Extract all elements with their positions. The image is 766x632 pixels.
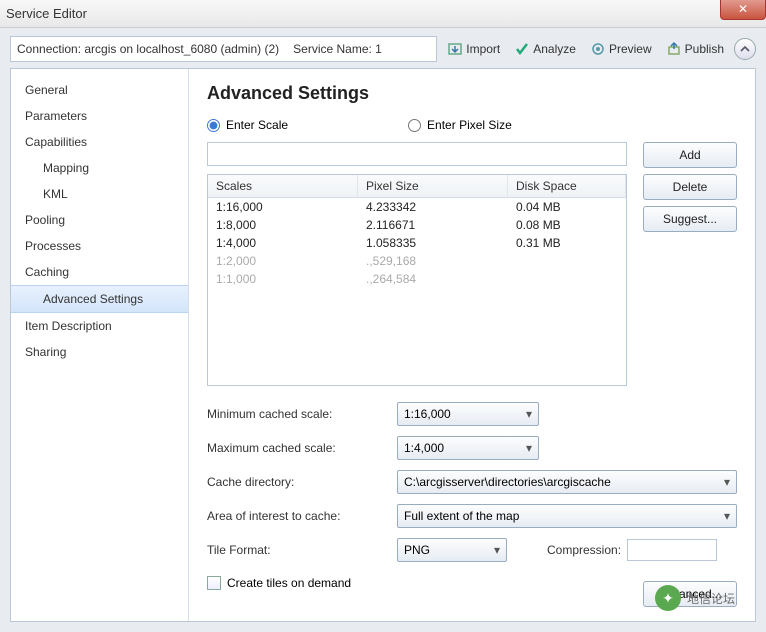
sidebar-item-general[interactable]: General — [11, 77, 188, 103]
ondemand-label: Create tiles on demand — [227, 576, 351, 590]
col-pixel[interactable]: Pixel Size — [358, 175, 508, 197]
sidebar-item-pooling[interactable]: Pooling — [11, 207, 188, 233]
cache-dir-label: Cache directory: — [207, 475, 397, 489]
ondemand-checkbox[interactable] — [207, 576, 221, 590]
collapse-button[interactable] — [734, 38, 756, 60]
close-button[interactable]: ✕ — [720, 0, 766, 20]
sidebar-item-kml[interactable]: KML — [11, 181, 188, 207]
import-icon — [447, 41, 463, 57]
suggest-button[interactable]: Suggest... — [643, 206, 737, 232]
check-icon — [514, 41, 530, 57]
analyze-button[interactable]: Analyze — [510, 39, 580, 59]
connection-field[interactable]: Connection: arcgis on localhost_6080 (ad… — [10, 36, 437, 62]
add-button[interactable]: Add — [643, 142, 737, 168]
delete-button[interactable]: Delete — [643, 174, 737, 200]
tile-format-select[interactable]: PNG — [397, 538, 507, 562]
table-row[interactable]: 1:2,000.,529,168 — [208, 252, 626, 270]
min-scale-label: Minimum cached scale: — [207, 407, 397, 421]
connection-text: Connection: arcgis on localhost_6080 (ad… — [17, 42, 279, 56]
preview-button[interactable]: Preview — [586, 39, 656, 59]
scale-input[interactable] — [207, 142, 627, 166]
table-row[interactable]: 1:4,0001.0583350.31 MB — [208, 234, 626, 252]
scales-table: Scales Pixel Size Disk Space 1:16,0004.2… — [207, 174, 627, 386]
sidebar-item-capabilities[interactable]: Capabilities — [11, 129, 188, 155]
table-row[interactable]: 1:16,0004.2333420.04 MB — [208, 198, 626, 216]
page-heading: Advanced Settings — [207, 83, 737, 104]
button-column: Add Delete Suggest... — [643, 142, 737, 386]
content-pane: Advanced Settings Enter Scale Enter Pixe… — [189, 69, 755, 621]
main-area: GeneralParametersCapabilitiesMappingKMLP… — [10, 68, 756, 622]
sidebar-item-parameters[interactable]: Parameters — [11, 103, 188, 129]
sidebar-item-caching[interactable]: Caching — [11, 259, 188, 285]
connection-bar: Connection: arcgis on localhost_6080 (ad… — [10, 36, 756, 62]
compression-label: Compression: — [547, 543, 621, 557]
max-scale-select[interactable]: 1:4,000 — [397, 436, 539, 460]
aoi-label: Area of interest to cache: — [207, 509, 397, 523]
tile-format-label: Tile Format: — [207, 543, 397, 557]
sidebar-item-mapping[interactable]: Mapping — [11, 155, 188, 181]
sidebar-item-sharing[interactable]: Sharing — [11, 339, 188, 365]
sidebar-item-advanced-settings[interactable]: Advanced Settings — [11, 285, 188, 313]
sidebar: GeneralParametersCapabilitiesMappingKMLP… — [11, 69, 189, 621]
col-scales[interactable]: Scales — [208, 175, 358, 197]
cache-dir-select[interactable]: C:\arcgisserver\directories\arcgiscache — [397, 470, 737, 494]
max-scale-label: Maximum cached scale: — [207, 441, 397, 455]
table-row[interactable]: 1:1,000.,264,584 — [208, 270, 626, 288]
table-row[interactable]: 1:8,0002.1166710.08 MB — [208, 216, 626, 234]
compression-input[interactable] — [627, 539, 717, 561]
table-header: Scales Pixel Size Disk Space — [208, 175, 626, 198]
aoi-select[interactable]: Full extent of the map — [397, 504, 737, 528]
min-scale-select[interactable]: 1:16,000 — [397, 402, 539, 426]
sidebar-item-processes[interactable]: Processes — [11, 233, 188, 259]
preview-icon — [590, 41, 606, 57]
titlebar: Service Editor ✕ — [0, 0, 766, 28]
import-button[interactable]: Import — [443, 39, 504, 59]
publish-icon — [666, 41, 682, 57]
window-title: Service Editor — [6, 6, 87, 21]
publish-button[interactable]: Publish — [662, 39, 728, 59]
enter-pixel-radio[interactable]: Enter Pixel Size — [408, 118, 512, 132]
scale-mode-radios: Enter Scale Enter Pixel Size — [207, 118, 737, 132]
chevron-up-icon — [740, 44, 750, 54]
sidebar-item-item-description[interactable]: Item Description — [11, 313, 188, 339]
col-disk[interactable]: Disk Space — [508, 175, 626, 197]
service-name-text: Service Name: 1 — [293, 42, 382, 56]
settings-form: Minimum cached scale: 1:16,000 Maximum c… — [207, 402, 737, 562]
advanced-button[interactable]: Advanced... — [643, 581, 737, 607]
enter-scale-radio[interactable]: Enter Scale — [207, 118, 288, 132]
